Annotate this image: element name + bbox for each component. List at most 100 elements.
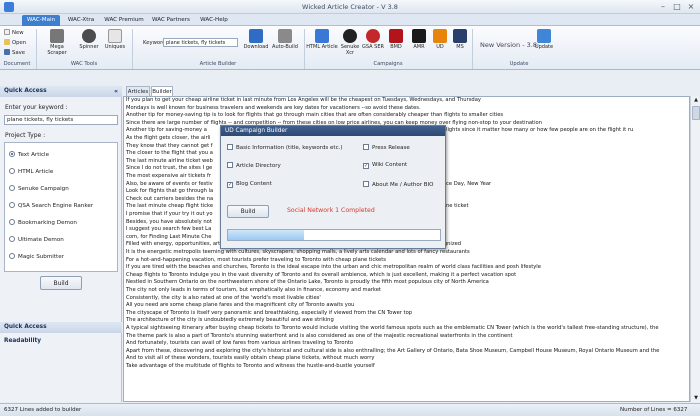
keyword-input[interactable]: plane tickets, fly tickets <box>4 115 118 125</box>
editor-line: Also, be aware of events or festiv <box>126 180 213 187</box>
tab-wac-partners[interactable]: WAC Partners <box>148 15 194 26</box>
checkbox-wiki-content[interactable]: ✓ Wiki Content <box>363 162 407 169</box>
tab-builder[interactable]: Builder <box>151 86 173 96</box>
group-label-campaigns: Campaigns <box>373 61 403 67</box>
checkbox-blog-content[interactable]: ✓ Blog Content <box>227 181 272 188</box>
download-button[interactable]: Download <box>242 29 270 50</box>
dialog-progress-bar <box>227 229 441 241</box>
radio-dot-icon <box>9 253 15 259</box>
ribbon: New Open Save Document Mega Scraper Spin… <box>0 26 700 70</box>
ud-button[interactable]: UD <box>431 29 449 50</box>
checkbox-press-release[interactable]: Press Release <box>363 144 410 151</box>
ud-campaign-builder-dialog: UD Campaign Builder Basic Information (t… <box>220 125 446 249</box>
collapse-chevron-icon[interactable]: « <box>114 86 118 97</box>
checkbox-basic-information[interactable]: Basic Information (title, keywords etc.) <box>227 144 343 151</box>
ribbon-tab-row: WAC-Main WAC-Xtra WAC Premium WAC Partne… <box>0 14 700 26</box>
editor-line: The last minute cheap flight ticke <box>126 203 214 210</box>
senuke-button[interactable]: Senuke Xcr <box>339 29 361 56</box>
html-article-button[interactable]: HTML Article <box>306 29 338 50</box>
bmd-button[interactable]: BMD <box>386 29 406 50</box>
editor-line: Cheap flights to Toronto indulge you in … <box>126 271 517 278</box>
readability-section[interactable]: Readability <box>4 338 41 344</box>
tab-wac-premium[interactable]: WAC Premium <box>102 15 146 26</box>
checkbox-article-directory[interactable]: Article Directory <box>227 162 281 169</box>
editor-line: Besides, you have absolutely not <box>126 218 212 225</box>
new-button[interactable]: New <box>4 29 24 37</box>
uniques-button[interactable]: Uniques <box>102 29 128 50</box>
editor-line: Since I do not trust, the sites I ge <box>126 165 213 172</box>
radio-html-article[interactable]: HTML Article <box>9 168 53 175</box>
editor-line: If you are tired with the beaches and ch… <box>126 264 541 271</box>
quick-access-section[interactable]: Quick Access <box>0 322 122 333</box>
scroll-thumb[interactable] <box>692 106 700 120</box>
mega-scraper-button[interactable]: Mega Scraper <box>40 29 74 56</box>
editor-line: Mondays is well known for business trave… <box>126 104 421 111</box>
tab-articles[interactable]: Articles <box>126 86 150 96</box>
editor-line: If you plan to get your cheap airline ti… <box>126 97 481 103</box>
radio-qsa-ser[interactable]: QSA Search Engine Ranker <box>9 202 93 209</box>
checkbox-about-me[interactable]: About Me / Author BIO <box>363 181 433 188</box>
editor-line: For a hot-and-happening vacation, most t… <box>126 256 386 263</box>
editor-line: I promise that if your try it out yo <box>126 211 213 217</box>
editor-line: com, for Finding Last Minute Che <box>126 233 212 240</box>
editor-line: It is the energetic metropolis teeming w… <box>126 249 470 255</box>
tab-wac-main[interactable]: WAC-Main <box>22 15 60 26</box>
open-button[interactable]: Open <box>4 39 26 47</box>
amr-icon <box>412 29 426 43</box>
update-button[interactable]: Update <box>532 29 556 50</box>
checkmark-icon: ✓ <box>363 163 369 169</box>
group-label-builder: Article Builder <box>199 61 237 67</box>
minimize-button[interactable]: – <box>656 1 670 12</box>
radio-dot-icon <box>9 236 15 242</box>
project-type-list: Text Article HTML Article Senuke Campaig… <box>4 142 118 272</box>
radio-magic-submitter[interactable]: Magic Submitter <box>9 253 64 260</box>
editor-line: As the flight gets closer, the airli <box>126 135 211 141</box>
amr-button[interactable]: AMR <box>408 29 430 50</box>
title-bar: Wicked Article Creator - V 3.8 – □ × <box>0 0 700 14</box>
save-button[interactable]: Save <box>4 49 25 57</box>
vertical-scrollbar[interactable]: ▲ ▼ <box>690 96 700 402</box>
radio-text-article[interactable]: Text Article <box>9 151 49 158</box>
group-label-document: Document <box>3 61 31 67</box>
keyword-label: Enter your keyword : <box>5 104 68 111</box>
scroll-down-icon[interactable]: ▼ <box>691 394 700 402</box>
floppy-icon <box>4 49 10 55</box>
radio-dot-icon <box>9 202 15 208</box>
radio-ultimate-demon[interactable]: Ultimate Demon <box>9 236 64 243</box>
build-button[interactable]: Build <box>40 276 82 290</box>
radio-bookmarking-demon[interactable]: Bookmarking Demon <box>9 219 77 226</box>
editor-line: And fortunately, tourists can avail of l… <box>126 340 354 347</box>
status-line-count: Number of Lines = 6327 <box>620 407 688 413</box>
tab-wac-help[interactable]: WAC-Help <box>196 15 232 26</box>
radio-dot-icon <box>9 168 15 174</box>
editor-line: All you need are some cheap plane fares … <box>126 302 355 309</box>
separator <box>132 29 133 69</box>
editor-line-fragment: lights since it matter how many or how f… <box>446 127 634 134</box>
quick-access-header[interactable]: Quick Access « <box>0 86 122 97</box>
editor-line: Apart from these, discovering and explor… <box>126 347 660 354</box>
ms-button[interactable]: MS <box>451 29 469 50</box>
html-icon <box>315 29 329 43</box>
radio-dot-icon <box>9 185 15 191</box>
ribbon-keyword-input[interactable]: plane tickets, fly tickets <box>163 38 238 47</box>
auto-build-button[interactable]: Auto-Build <box>271 29 299 50</box>
spinner-button[interactable]: Spinner <box>76 29 102 50</box>
editor-line: The city not only leads in terms of tour… <box>126 287 381 293</box>
bmd-icon <box>389 29 403 43</box>
separator <box>36 29 37 69</box>
content-tabs: Articles Builder <box>123 86 693 96</box>
group-label-update: Update <box>509 61 529 67</box>
maximize-button[interactable]: □ <box>670 1 684 12</box>
editor-line: The closer to the flight that you a <box>126 150 213 157</box>
dialog-build-button[interactable]: Build <box>227 205 269 218</box>
close-button[interactable]: × <box>684 1 698 12</box>
ud-icon <box>433 29 447 43</box>
radio-senuke-campaign[interactable]: Senuke Campaign <box>9 185 69 192</box>
status-bar: 6327 Lines added to builder Number of Li… <box>0 403 700 416</box>
project-type-label: Project Type : <box>5 132 46 139</box>
gsa-ser-button[interactable]: GSA SER <box>362 29 384 50</box>
scroll-up-icon[interactable]: ▲ <box>691 96 700 104</box>
editor-line: I suggest you search few best La <box>126 226 212 233</box>
editor-line: The architecture of the city is undoubte… <box>126 317 334 324</box>
tab-wac-xtra[interactable]: WAC-Xtra <box>62 15 100 26</box>
